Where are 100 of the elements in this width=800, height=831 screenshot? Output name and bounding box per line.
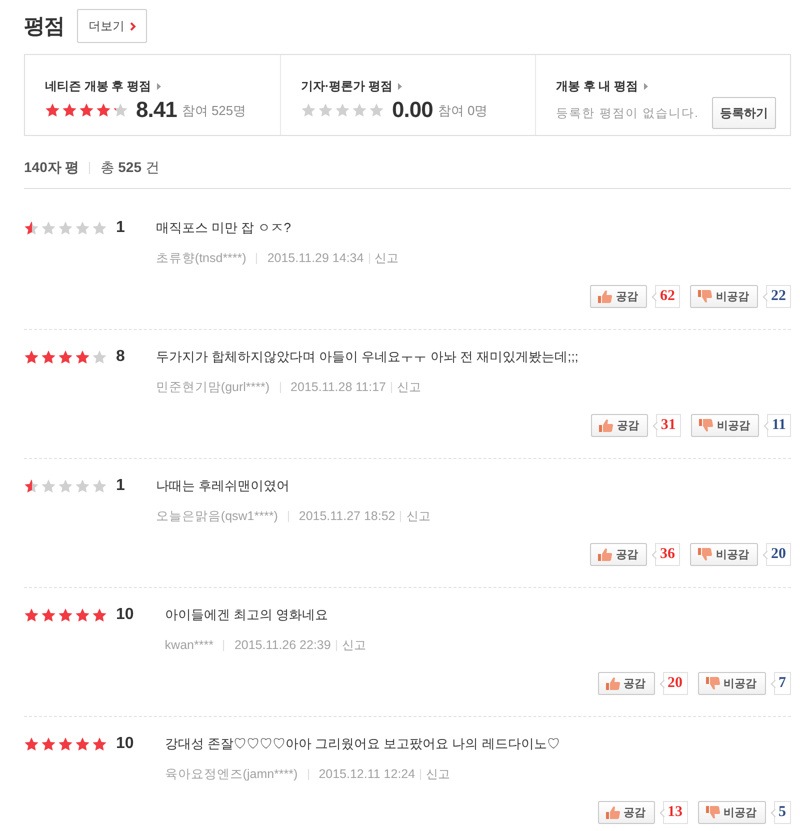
star-icon bbox=[79, 103, 94, 117]
review-score: 10 bbox=[116, 735, 134, 753]
star-icon bbox=[41, 350, 56, 364]
participant-count: 참여 525명 bbox=[182, 102, 246, 120]
dislike-button[interactable]: 비공감 bbox=[698, 672, 766, 695]
more-button[interactable]: 더보기 bbox=[77, 9, 147, 43]
star-icon bbox=[301, 103, 316, 117]
thumbs-up-icon bbox=[598, 548, 612, 561]
star-icon bbox=[45, 103, 60, 117]
caret-icon bbox=[157, 82, 162, 90]
star-icon bbox=[41, 737, 56, 751]
empty-message: 등록한 평점이 없습니다. bbox=[556, 104, 700, 122]
star-icon bbox=[24, 221, 39, 235]
reviewer-name: 민준현기맘(gurl****) bbox=[156, 378, 270, 396]
star-icon bbox=[352, 103, 367, 117]
reviewer-name: 초류향(tnsd****) bbox=[156, 250, 246, 266]
like-count: 31 bbox=[650, 414, 681, 437]
star-icon bbox=[58, 221, 73, 235]
rating-link[interactable]: 기자·평론가 평점 bbox=[301, 78, 402, 94]
like-count: 13 bbox=[658, 801, 688, 824]
dislike-button[interactable]: 비공감 bbox=[698, 801, 766, 824]
star-icon bbox=[335, 103, 350, 117]
star-icon bbox=[41, 479, 56, 493]
average-score: 0.00 bbox=[392, 97, 433, 123]
dislike-count: 22 bbox=[761, 285, 791, 308]
review-score: 1 bbox=[116, 477, 125, 495]
thumbs-down-icon bbox=[698, 548, 712, 561]
like-button[interactable]: 공감 bbox=[598, 672, 654, 695]
star-icon bbox=[92, 737, 107, 751]
reviewer-name: 육아요정엔즈(jamn****) bbox=[164, 766, 298, 782]
dislike-button[interactable]: 비공감 bbox=[690, 285, 758, 308]
star-icon bbox=[58, 479, 73, 493]
star-icon bbox=[75, 479, 90, 493]
star-icon bbox=[24, 608, 39, 622]
star-icon bbox=[369, 103, 384, 117]
like-button[interactable]: 공감 bbox=[590, 414, 648, 437]
review-date: 2015.11.29 14:34 bbox=[267, 251, 364, 265]
star-icon bbox=[24, 479, 39, 493]
dislike-count: 11 bbox=[762, 414, 791, 437]
like-count: 62 bbox=[650, 285, 680, 308]
star-icon bbox=[96, 103, 111, 117]
star-icon bbox=[58, 350, 73, 364]
star-icon bbox=[92, 479, 107, 493]
review-text: 강대성 존잘♡♡♡♡아아 그리웠어요 보고팠어요 나의 레드다이노♡ bbox=[164, 735, 561, 753]
caret-icon bbox=[398, 82, 402, 90]
average-score: 8.41 bbox=[136, 97, 177, 123]
thumbs-up-icon bbox=[598, 290, 612, 303]
star-icon bbox=[58, 608, 73, 622]
like-count: 20 bbox=[658, 672, 688, 695]
star-icon bbox=[24, 350, 39, 364]
dislike-count: 20 bbox=[761, 543, 791, 566]
like-button[interactable]: 공감 bbox=[598, 801, 654, 824]
like-count: 36 bbox=[650, 543, 680, 566]
reviewer-name: kwan**** bbox=[164, 638, 214, 652]
thumbs-down-icon bbox=[706, 677, 720, 690]
list-title: 140자 평 bbox=[24, 159, 80, 177]
star-icon bbox=[92, 608, 107, 622]
review-text: 나때는 후레쉬맨이였어 bbox=[156, 477, 291, 495]
star-icon bbox=[62, 103, 77, 117]
like-button[interactable]: 공감 bbox=[590, 285, 647, 308]
review-date: 2015.12.11 12:24 bbox=[318, 767, 416, 781]
star-icon bbox=[75, 608, 90, 622]
participant-count: 참여 0명 bbox=[438, 102, 488, 120]
caret-icon bbox=[644, 82, 648, 90]
star-icon bbox=[92, 350, 107, 364]
review-score: 10 bbox=[116, 606, 134, 624]
star-icon bbox=[41, 221, 56, 235]
review-text: 아이들에겐 최고의 영화네요 bbox=[164, 606, 330, 624]
review-score: 8 bbox=[116, 348, 125, 366]
review-text: 두가지가 합체하지않았다며 아들이 우네요ㅜㅜ 아놔 전 재미있게봤는데;;; bbox=[156, 348, 580, 366]
dislike-button[interactable]: 비공감 bbox=[690, 414, 759, 437]
star-icon bbox=[92, 221, 107, 235]
star-icon bbox=[58, 737, 73, 751]
thumbs-down-icon bbox=[698, 419, 713, 432]
like-button[interactable]: 공감 bbox=[590, 543, 647, 566]
thumbs-up-icon bbox=[606, 806, 620, 819]
review-score: 1 bbox=[116, 219, 125, 237]
review-text: 매직포스 미만 잡 ㅇㅈ? bbox=[156, 219, 292, 237]
total-count: 총 525 건 bbox=[100, 159, 160, 177]
star-icon bbox=[113, 103, 128, 117]
star-icon bbox=[75, 737, 90, 751]
dislike-button[interactable]: 비공감 bbox=[690, 543, 758, 566]
dislike-count: 5 bbox=[768, 801, 791, 824]
thumbs-up-icon bbox=[598, 419, 613, 432]
review-date: 2015.11.28 11:17 bbox=[290, 380, 386, 394]
star-icon bbox=[318, 103, 333, 117]
review-date: 2015.11.27 18:52 bbox=[298, 509, 396, 523]
star-icon bbox=[75, 350, 90, 364]
rating-link[interactable]: 네티즌 개봉 후 평점 bbox=[45, 78, 162, 94]
rating-link[interactable]: 개봉 후 내 평점 bbox=[556, 78, 648, 94]
register-button[interactable]: 등록하기 bbox=[712, 97, 776, 129]
thumbs-down-icon bbox=[706, 806, 720, 819]
section-title: 평점 bbox=[24, 14, 64, 40]
star-icon bbox=[75, 221, 90, 235]
thumbs-up-icon bbox=[606, 677, 620, 690]
dislike-count: 7 bbox=[768, 672, 791, 695]
star-icon bbox=[24, 737, 39, 751]
chevron-icon bbox=[130, 22, 136, 30]
reviewer-name: 오늘은맑음(qsw1****) bbox=[156, 508, 278, 524]
thumbs-down-icon bbox=[698, 290, 712, 303]
